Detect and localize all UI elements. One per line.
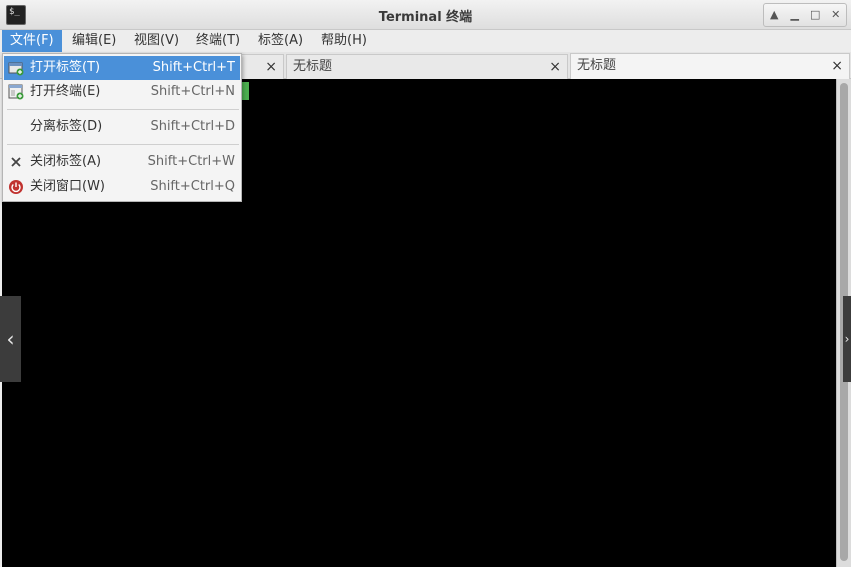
close-icon[interactable]: ✕	[827, 6, 845, 24]
tab-close-icon[interactable]: ×	[831, 54, 843, 78]
previous-arrow-icon[interactable]: ‹	[0, 296, 21, 382]
next-arrow-icon[interactable]: ›	[843, 296, 851, 382]
power-icon	[9, 180, 23, 194]
menu-item-label: 分离标签(D)	[30, 119, 103, 134]
menu-item-label: 打开终端(E)	[30, 84, 101, 99]
maximize-icon[interactable]: □	[806, 6, 824, 24]
shortcut-label: Shift+Ctrl+T	[152, 60, 235, 75]
up-icon[interactable]: ▲	[765, 6, 783, 24]
menu-separator	[7, 144, 239, 145]
minimize-icon[interactable]: ▁	[786, 6, 804, 24]
shortcut-label: Shift+Ctrl+Q	[150, 179, 235, 194]
menu-item-close-tab[interactable]: 关闭标签(A) Shift+Ctrl+W	[4, 150, 240, 174]
window-title: Terminal 终端	[378, 10, 473, 25]
tab-label: 无标题	[577, 58, 617, 73]
tab-label: 无标题	[293, 59, 333, 74]
file-menu-dropdown: 打开标签(T) Shift+Ctrl+T 打开终端(E) Shift+Ctrl+…	[2, 53, 242, 202]
menu-item-label: 关闭窗口(W)	[30, 179, 105, 194]
menu-bar: 文件(F) 编辑(E) 视图(V) 终端(T) 标签(A) 帮助(H)	[0, 30, 851, 52]
menu-item-label: 打开标签(T)	[30, 60, 101, 75]
menu-item-close-window[interactable]: 关闭窗口(W) Shift+Ctrl+Q	[4, 175, 240, 199]
tab-2[interactable]: 无标题 ×	[286, 54, 568, 79]
new-tab-icon	[8, 62, 24, 76]
title-bar: $_ Terminal 终端 ▲ ▁ □ ✕	[0, 0, 851, 30]
tab-close-icon[interactable]: ×	[265, 55, 277, 79]
menu-help[interactable]: 帮助(H)	[313, 30, 375, 52]
window-controls: ▲ ▁ □ ✕	[763, 3, 847, 27]
new-window-icon	[8, 84, 24, 100]
menu-tabs[interactable]: 标签(A)	[250, 30, 311, 52]
shortcut-label: Shift+Ctrl+N	[150, 84, 235, 99]
menu-item-open-tab[interactable]: 打开标签(T) Shift+Ctrl+T	[4, 56, 240, 80]
menu-file[interactable]: 文件(F)	[2, 30, 62, 52]
menu-edit[interactable]: 编辑(E)	[64, 30, 124, 52]
tab-3[interactable]: 无标题 ×	[570, 53, 850, 80]
tab-close-icon[interactable]: ×	[549, 55, 561, 79]
shortcut-label: Shift+Ctrl+W	[147, 154, 235, 169]
menu-item-label: 关闭标签(A)	[30, 154, 102, 169]
menu-view[interactable]: 视图(V)	[126, 30, 187, 52]
menu-terminal[interactable]: 终端(T)	[188, 30, 248, 52]
menu-separator	[7, 109, 239, 110]
menu-item-open-terminal[interactable]: 打开终端(E) Shift+Ctrl+N	[4, 80, 240, 104]
close-tab-icon	[11, 157, 21, 167]
menu-item-detach-tab[interactable]: 分离标签(D) Shift+Ctrl+D	[4, 115, 240, 139]
shortcut-label: Shift+Ctrl+D	[150, 119, 235, 134]
